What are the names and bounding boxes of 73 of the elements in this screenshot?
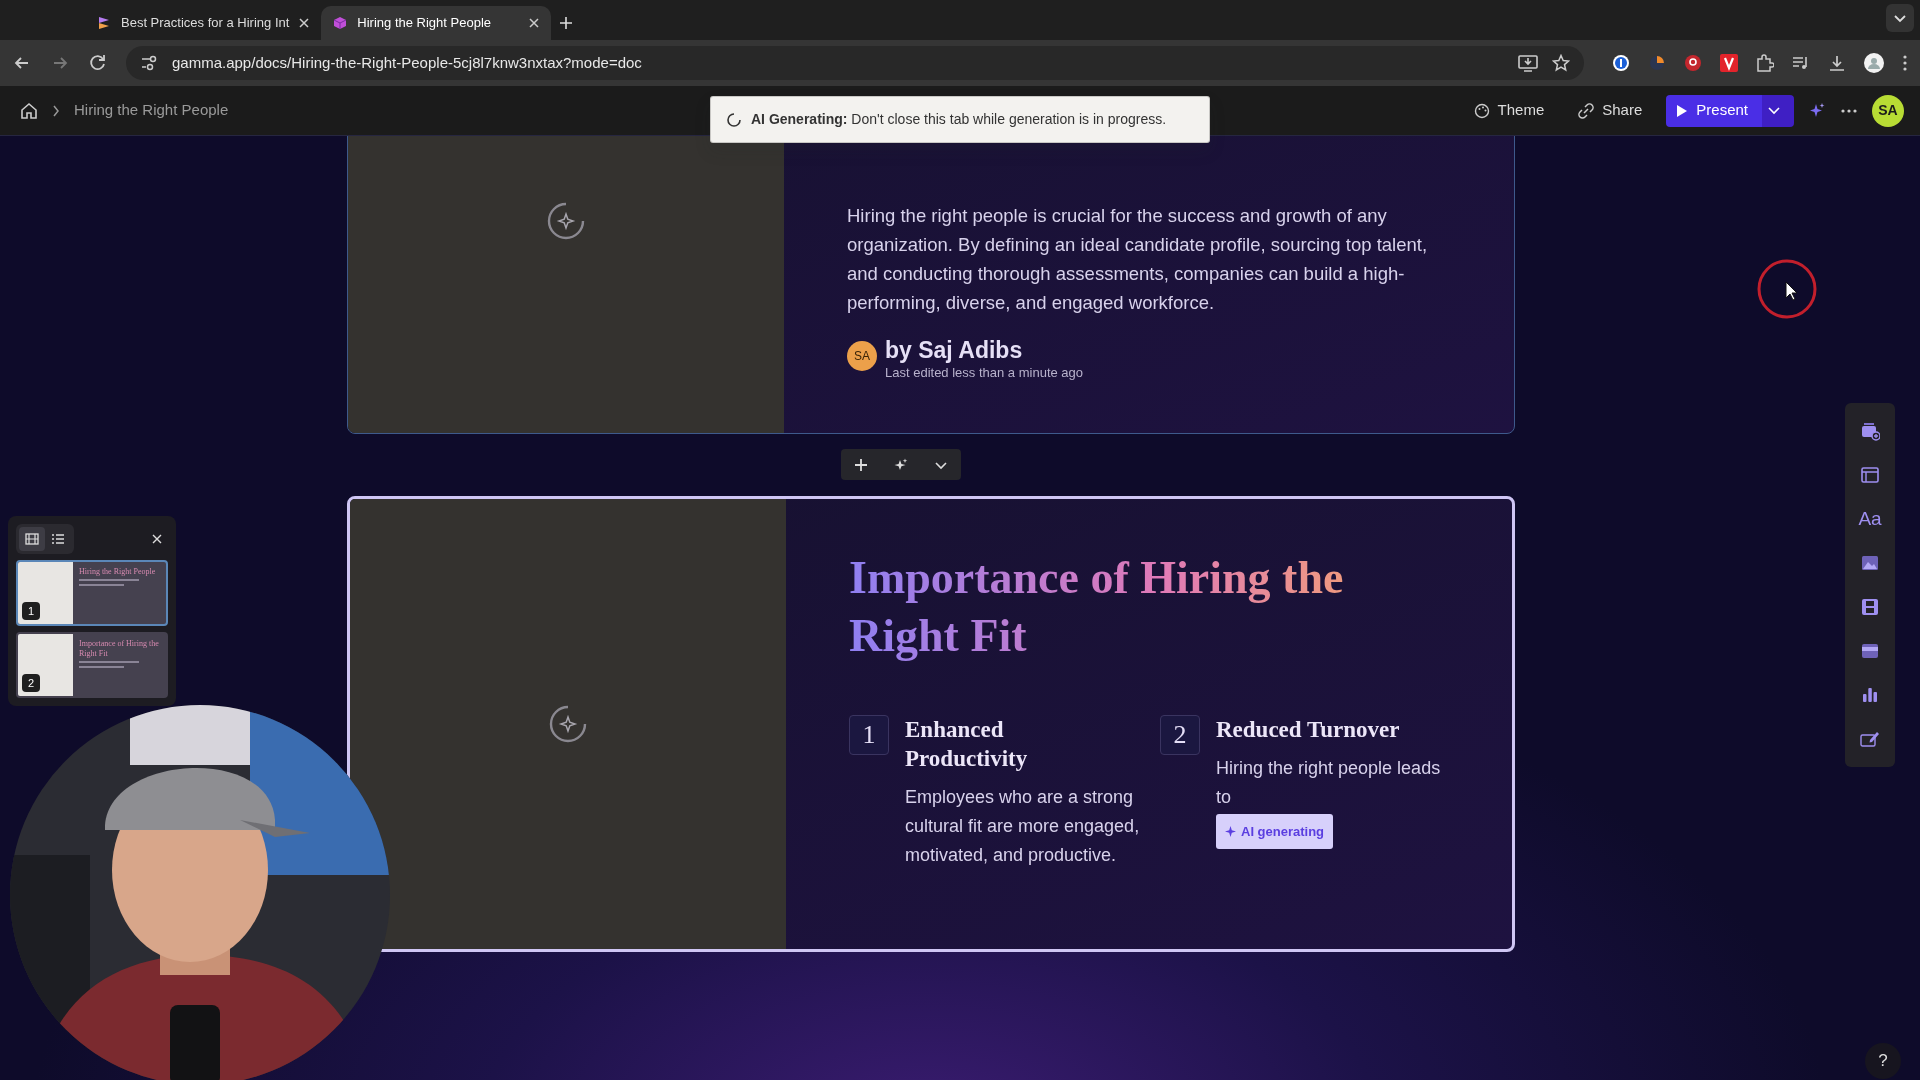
tab-list-icon[interactable]: [1886, 4, 1914, 32]
extension-icon[interactable]: [1684, 54, 1702, 72]
extension-icon[interactable]: [1648, 54, 1666, 72]
text-lines-icon: [79, 659, 139, 671]
user-avatar[interactable]: SA: [1872, 94, 1904, 127]
video-icon: [1860, 597, 1880, 617]
download-icon[interactable]: [1828, 54, 1846, 72]
media-icon[interactable]: [1792, 54, 1810, 72]
caret-icon: [1768, 106, 1780, 115]
thumbnail-title: Importance of Hiring the Right Fit: [79, 639, 160, 659]
link-icon: [1578, 102, 1595, 119]
browser-tab[interactable]: Hiring the Right People: [321, 6, 552, 40]
more-icon[interactable]: [1840, 107, 1858, 114]
reload-icon[interactable]: [88, 53, 108, 73]
play-icon: [1676, 103, 1689, 118]
form-edit-icon: [1860, 729, 1880, 749]
slide-thumbnail[interactable]: 2 Importance of Hiring the Right Fit: [16, 632, 168, 698]
number-badge: 2: [1160, 714, 1200, 755]
home-icon[interactable]: [20, 101, 38, 120]
sparkle-spinner-icon: [548, 703, 588, 744]
text-lines-icon: [79, 577, 139, 589]
layout-icon: [1860, 465, 1880, 485]
thumbnail-title: Hiring the Right People: [79, 567, 156, 577]
more-icon[interactable]: [1902, 54, 1908, 72]
slide-number: 1: [22, 602, 40, 620]
item-heading: Reduced Turnover: [1216, 715, 1401, 744]
slide-number: 2: [22, 674, 40, 692]
slide-thumbnail[interactable]: 1 Hiring the Right People: [16, 560, 168, 626]
profile-icon[interactable]: [1864, 53, 1884, 73]
extension-icon[interactable]: [1612, 54, 1630, 72]
chart-icon: [1860, 685, 1880, 705]
item-text: Employees who are a strong cultural fit are more engaged, motivated, and productive.: [905, 785, 1140, 867]
sparkle-icon: [894, 457, 908, 472]
sparkle-icon: [1225, 825, 1236, 837]
puzzle-icon[interactable]: [1756, 54, 1774, 72]
site-settings-icon[interactable]: [140, 55, 158, 71]
close-icon: [152, 534, 162, 544]
number-badge: 1: [849, 714, 889, 755]
browser-tab[interactable]: Best Practices for a Hiring Int: [85, 6, 322, 40]
item-text: Hiring the right people leads to: [1216, 756, 1442, 809]
embed-icon: [1860, 641, 1880, 661]
view-toggle[interactable]: [19, 527, 45, 551]
text-tool-button[interactable]: Aa: [1850, 497, 1890, 541]
add-icon: [854, 457, 868, 472]
chevron-right-icon: [52, 104, 60, 117]
close-icon[interactable]: [529, 18, 540, 28]
star-icon[interactable]: [1552, 54, 1570, 72]
close-icon[interactable]: [299, 18, 310, 28]
edited-time: Last edited less than a minute ago: [885, 364, 1084, 382]
extension-icon[interactable]: [1720, 54, 1738, 72]
present-button[interactable]: Present: [1666, 94, 1762, 127]
filmstrip-icon: [25, 533, 39, 545]
list-icon: [51, 533, 65, 545]
breadcrumb-link[interactable]: Hiring the Right People: [74, 99, 229, 122]
sparkle-spinner-icon: [546, 201, 586, 241]
spinner-icon: [727, 112, 741, 127]
palette-icon: [1473, 102, 1490, 119]
body-text: Hiring the right people is crucial for the success and growth of any organization. By defining an ideal candidate profile, sourcing top talent, and conducting thorough assessments, companies can build a high-performing, diverse, and engaged workforce.: [847, 204, 1429, 315]
header-button[interactable]: Share: [1568, 95, 1653, 126]
add-card-icon: [1860, 421, 1880, 441]
author-name: by Saj Adibs: [885, 337, 1024, 363]
close-button[interactable]: [152, 534, 162, 544]
header-button[interactable]: Theme: [1463, 95, 1555, 126]
present-menu-button[interactable]: [1762, 94, 1794, 127]
image-icon: [1860, 553, 1880, 573]
item-heading: Enhanced Productivity: [905, 715, 1029, 773]
install-icon[interactable]: [1518, 54, 1538, 72]
author-avatar: SA: [847, 341, 877, 371]
slide-card[interactable]: [347, 136, 1515, 434]
toast-message: AI Generating: Don't close this tab while generation is in progress.: [751, 110, 1167, 129]
help-button[interactable]: ?: [1865, 1043, 1901, 1079]
ai-generating-tag: AI generating: [1216, 813, 1334, 849]
cube-logo-icon: [333, 16, 348, 30]
